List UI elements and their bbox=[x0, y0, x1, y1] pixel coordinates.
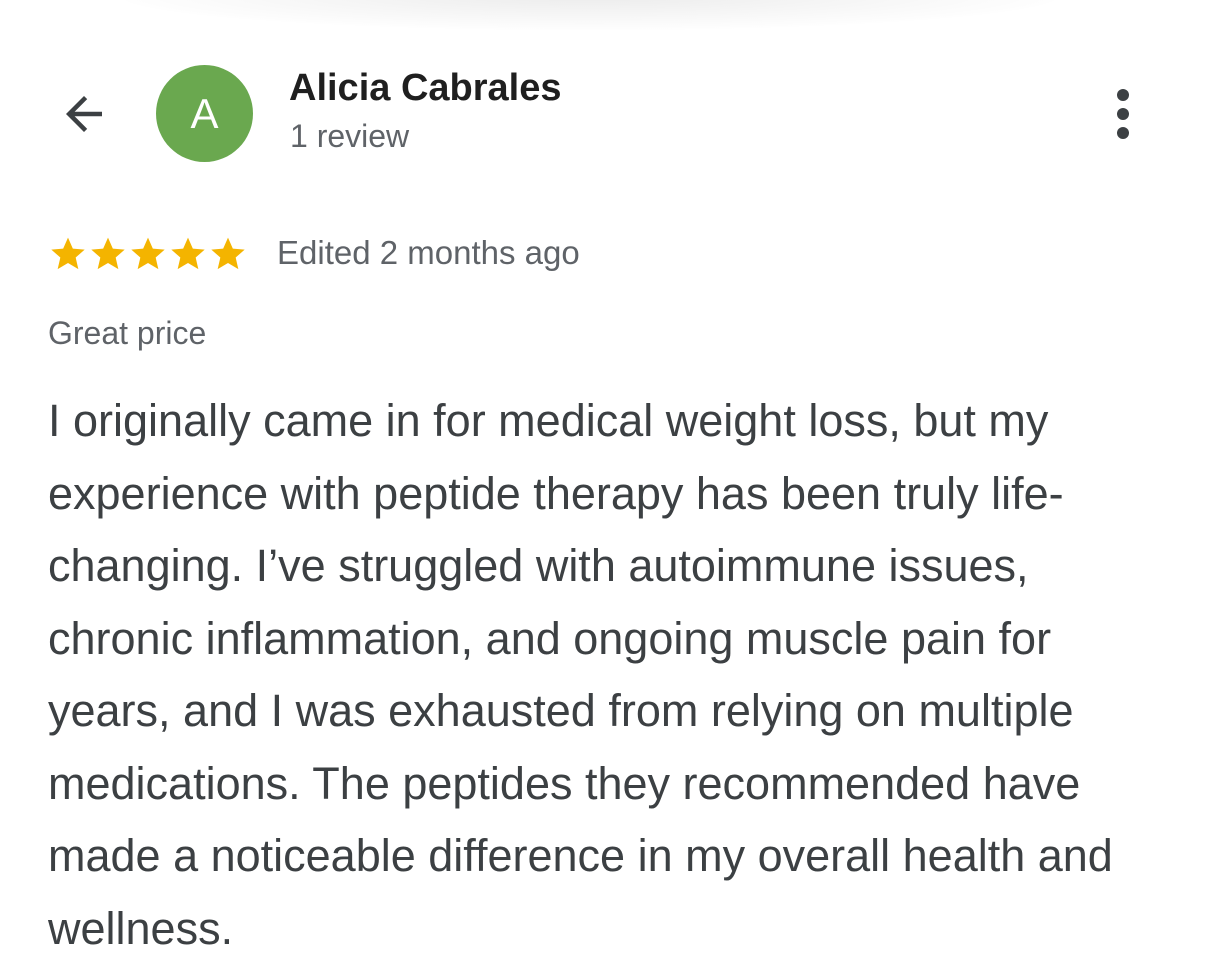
top-shadow bbox=[120, 0, 1060, 30]
review-count: 1 review bbox=[290, 118, 410, 154]
review-tag: Great price bbox=[48, 315, 207, 351]
more-options-button[interactable] bbox=[1098, 82, 1148, 146]
star-icon bbox=[211, 237, 245, 270]
star-icon bbox=[171, 237, 205, 270]
avatar-letter: A bbox=[190, 89, 219, 137]
review-text: I originally came in for medical weight … bbox=[48, 395, 1113, 954]
star-icon bbox=[51, 237, 85, 270]
edited-time: Edited 2 months ago bbox=[277, 234, 580, 271]
back-button[interactable] bbox=[52, 82, 116, 146]
star-rating bbox=[48, 234, 248, 274]
more-vertical-icon bbox=[1117, 89, 1129, 139]
reviewer-name[interactable]: Alicia Cabrales bbox=[289, 67, 561, 110]
star-icon bbox=[131, 237, 165, 270]
star-icon bbox=[91, 237, 125, 270]
arrow-back-icon bbox=[66, 96, 102, 132]
avatar[interactable]: A bbox=[156, 65, 253, 162]
